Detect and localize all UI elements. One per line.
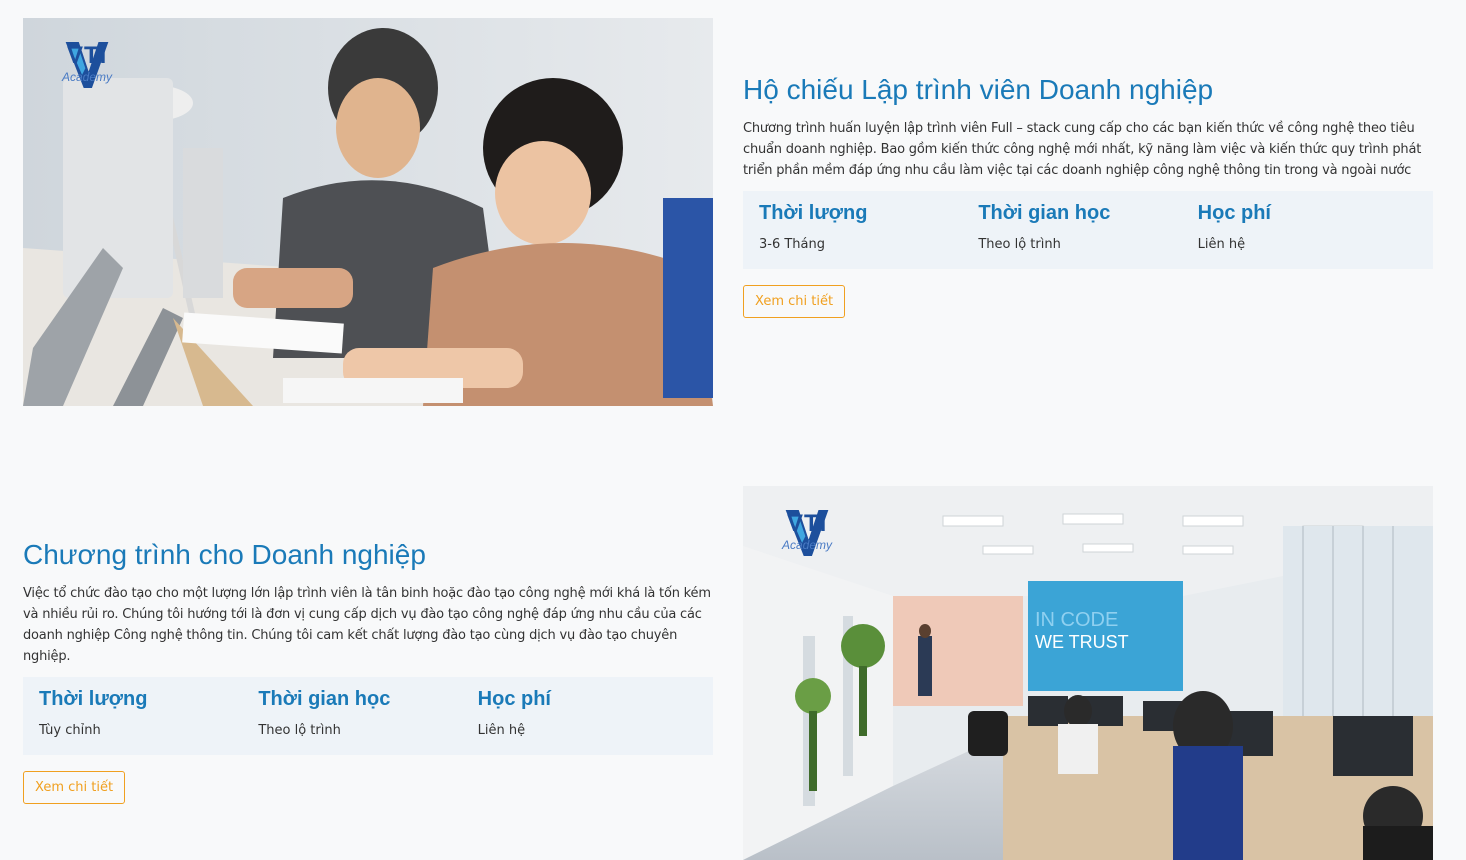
wall-text-we-trust: WE TRUST — [1035, 632, 1129, 652]
vti-academy-logo: VTI Academy — [767, 508, 847, 556]
info-label: Thời gian học — [258, 688, 391, 710]
logo-subtext: Academy — [782, 538, 833, 552]
program-content: Chương trình cho Doanh nghiệp Việc tổ ch… — [23, 537, 713, 804]
info-label: Thời lượng — [759, 202, 868, 224]
program-section-developer-passport: VTI Academy Hộ chiếu Lập trình viên Doan… — [0, 0, 1466, 430]
info-fee: Học phí Liên hệ — [478, 677, 697, 755]
program-description: Việc tổ chức đào tạo cho một lượng lớn l… — [23, 586, 711, 664]
program-info-box: Thời lượng Tùy chỉnh Thời gian học Theo … — [23, 677, 713, 755]
program-info-box: Thời lượng 3-6 Tháng Thời gian học Theo … — [743, 191, 1433, 269]
info-schedule: Thời gian học Theo lộ trình — [258, 677, 477, 755]
program-section-enterprise: Chương trình cho Doanh nghiệp Việc tổ ch… — [0, 430, 1466, 860]
info-label: Học phí — [1197, 202, 1271, 224]
view-details-button[interactable]: Xem chi tiết — [743, 285, 846, 318]
info-value: Theo lộ trình — [978, 237, 1061, 252]
info-fee: Học phí Liên hệ — [1198, 191, 1417, 269]
info-label: Thời lượng — [39, 688, 148, 710]
program-description: Chương trình huấn luyện lập trình viên F… — [743, 121, 1422, 178]
wall-text-in-code: IN CODE — [1035, 609, 1118, 631]
info-value: Tùy chỉnh — [39, 723, 101, 738]
info-value: Liên hệ — [1197, 237, 1246, 252]
info-duration: Thời lượng Tùy chỉnh — [39, 677, 258, 755]
info-label: Thời gian học — [978, 202, 1111, 224]
info-value: Theo lộ trình — [258, 723, 341, 738]
program-content: Hộ chiếu Lập trình viên Doanh nghiệp Chư… — [743, 72, 1433, 318]
office-workspace-photo: IN CODE WE TRUST VTI Academy — [743, 486, 1433, 860]
program-title: Hộ chiếu Lập trình viên Doanh nghiệp — [743, 74, 1214, 105]
students-coding-photo: VTI Academy — [23, 18, 713, 406]
info-label: Học phí — [477, 688, 551, 710]
info-schedule: Thời gian học Theo lộ trình — [978, 191, 1197, 269]
info-value: Liên hệ — [477, 723, 526, 738]
info-duration: Thời lượng 3-6 Tháng — [759, 191, 978, 269]
vti-academy-logo: VTI Academy — [47, 40, 127, 88]
logo-text: VTI — [787, 510, 828, 537]
program-title: Chương trình cho Doanh nghiệp — [23, 539, 426, 570]
logo-subtext: Academy — [62, 70, 113, 84]
logo-text: VTI — [67, 42, 108, 69]
info-value: 3-6 Tháng — [759, 237, 826, 252]
view-details-button[interactable]: Xem chi tiết — [23, 771, 126, 804]
